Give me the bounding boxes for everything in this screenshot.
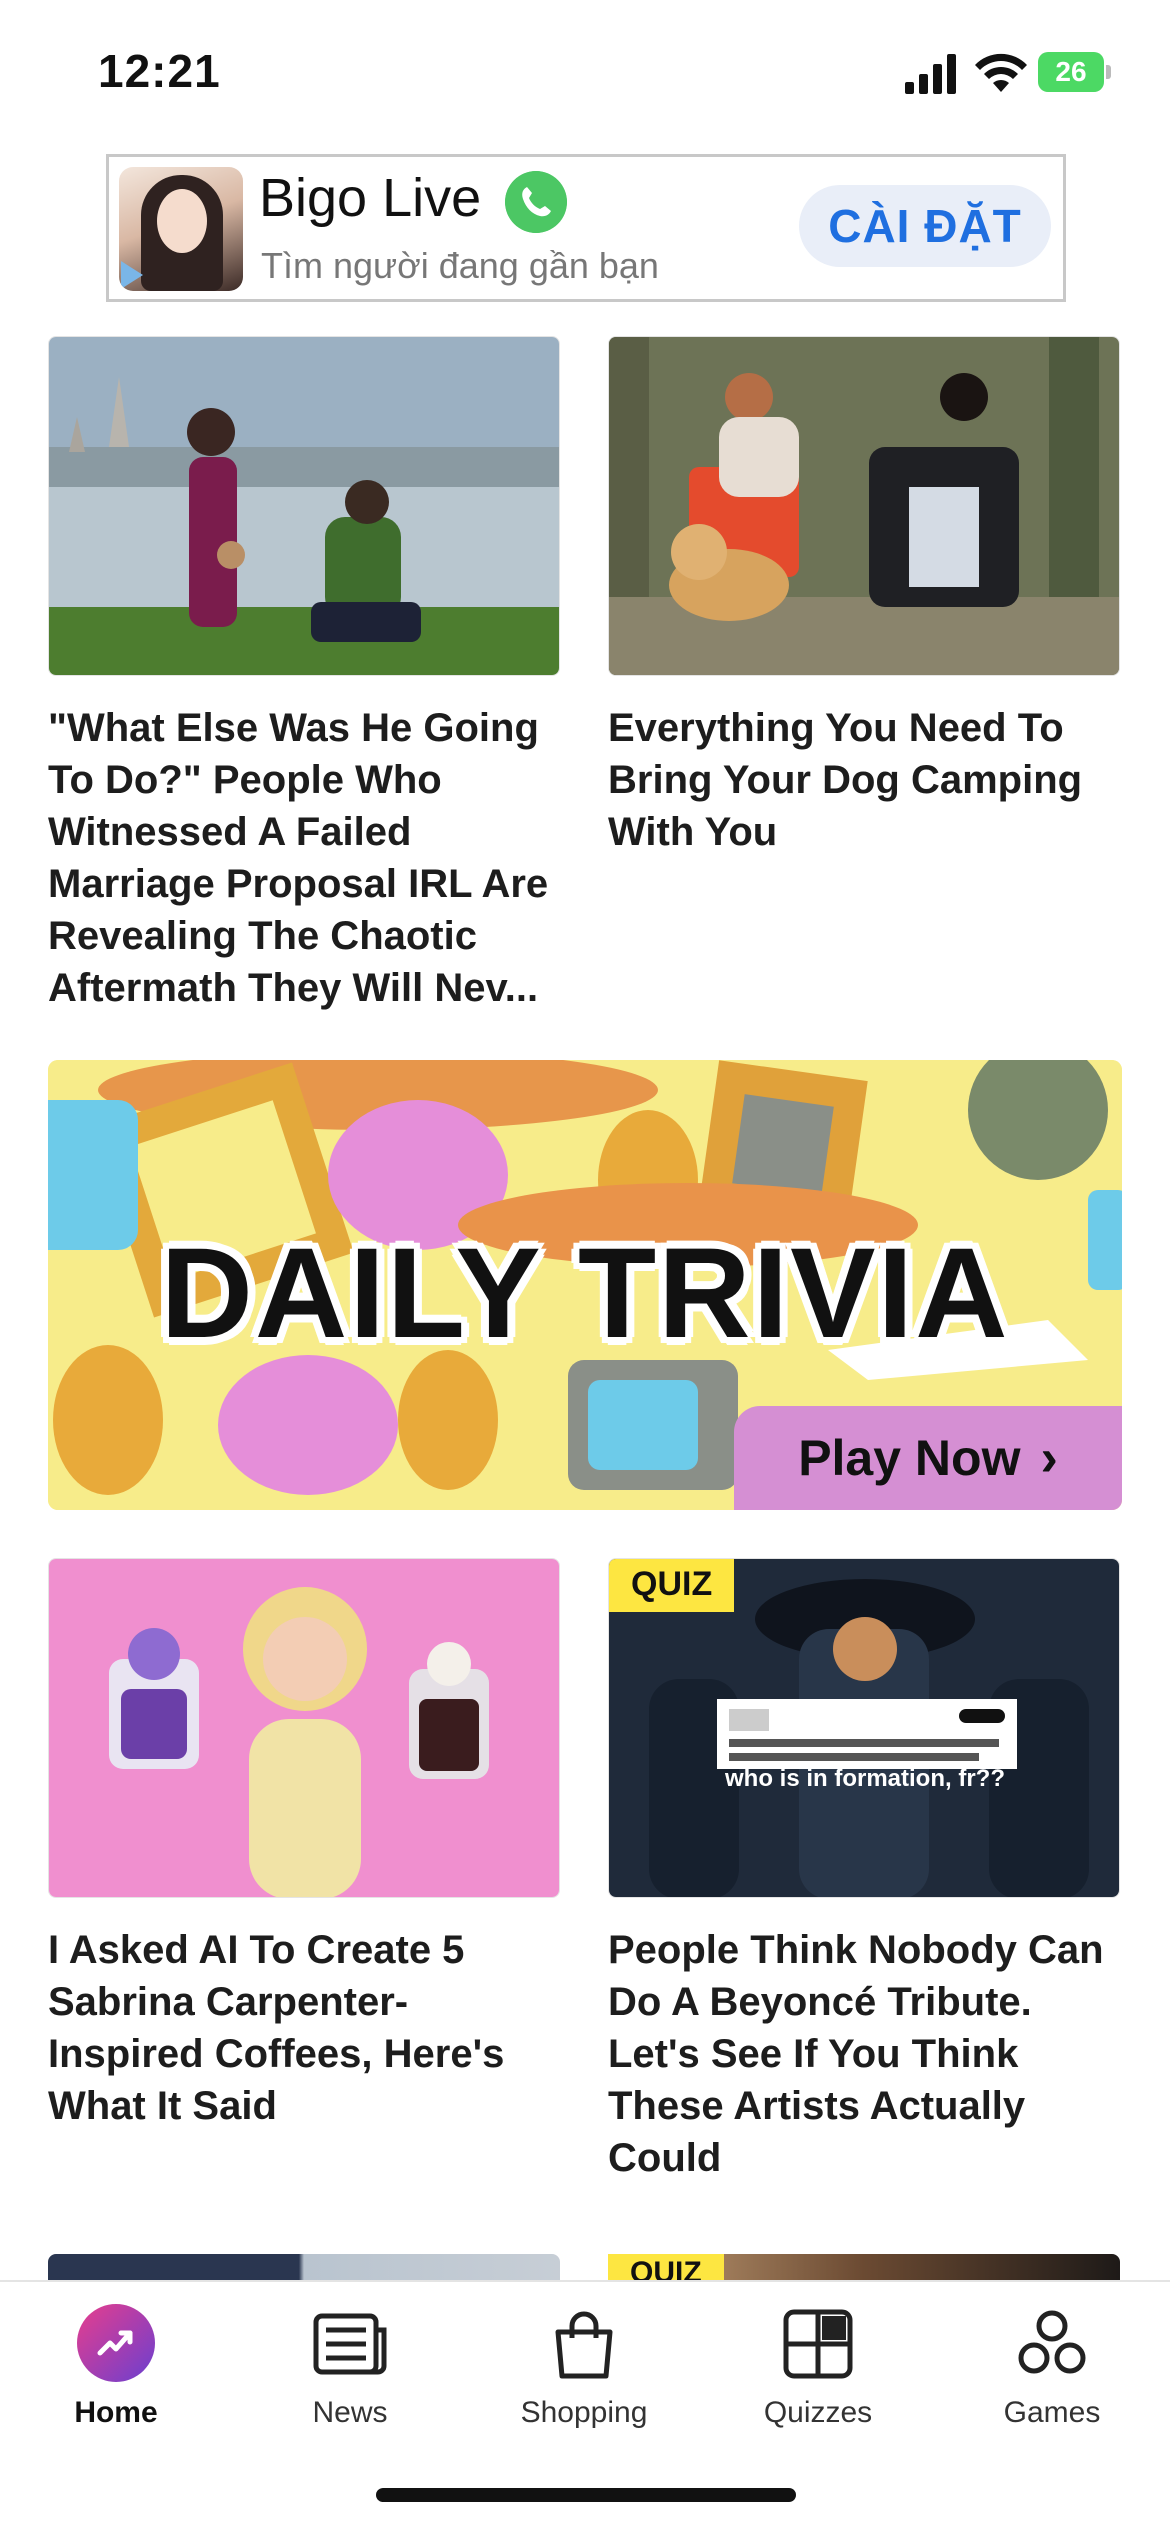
newspaper-icon: [313, 2313, 387, 2375]
shopping-bag-icon: [555, 2311, 613, 2379]
trivia-title: DAILY TRIVIA: [160, 1222, 1010, 1365]
play-now-button[interactable]: Play Now ›: [734, 1406, 1122, 1510]
quiz-grid-icon: [783, 2309, 853, 2379]
daily-trivia-banner[interactable]: DAILY TRIVIA Play Now ›: [48, 1060, 1122, 1510]
battery-level: 26: [1038, 52, 1104, 92]
trending-icon: [77, 2304, 155, 2382]
article-title: People Think Nobody Can Do A Beyoncé Tri…: [608, 1928, 1104, 2180]
games-icon: [1018, 2310, 1086, 2374]
quiz-badge: QUIZ: [608, 2254, 724, 2280]
quiz-badge: QUIZ: [609, 1559, 735, 1612]
next-card-preview[interactable]: [48, 2254, 560, 2280]
phone-call-icon: [505, 171, 567, 233]
ad-subtitle: Tìm người đang gần bạn: [261, 245, 659, 286]
tab-home[interactable]: Home: [16, 2304, 216, 2444]
tab-label: Home: [74, 2396, 158, 2429]
article-image: [48, 1558, 560, 1898]
article-image: who is in formation, fr?? QUIZ: [608, 1558, 1120, 1898]
quiz-card[interactable]: who is in formation, fr?? QUIZ People Th…: [608, 1558, 1120, 2184]
tab-label: Shopping: [520, 2396, 648, 2429]
article-image: [48, 336, 560, 676]
status-bar: 12:21 26: [0, 0, 1170, 140]
cellular-signal-icon: [905, 54, 956, 94]
article-title: I Asked AI To Create 5 Sabrina Carpenter…: [48, 1928, 505, 2128]
ad-install-button[interactable]: CÀI ĐẶT: [799, 185, 1051, 267]
battery-icon: 26: [1038, 52, 1112, 92]
chevron-right-icon: ›: [1040, 1429, 1058, 1487]
tab-label: Games: [1003, 2396, 1101, 2429]
article-card[interactable]: "What Else Was He Going To Do?" People W…: [48, 336, 560, 1014]
ad-banner[interactable]: Bigo Live Tìm người đang gần bạn CÀI ĐẶT: [106, 154, 1066, 302]
home-indicator[interactable]: [376, 2488, 796, 2502]
tab-label: News: [312, 2396, 388, 2429]
article-title: "What Else Was He Going To Do?" People W…: [48, 706, 549, 1010]
video-caption: who is in formation, fr??: [725, 1765, 1005, 1792]
article-card[interactable]: I Asked AI To Create 5 Sabrina Carpenter…: [48, 1558, 560, 2132]
wifi-icon: [975, 53, 1027, 92]
app-screen: 12:21 26 Bigo Live Tìm người đang gần bạ…: [0, 0, 1170, 2532]
next-card-preview[interactable]: QUIZ: [608, 2254, 1120, 2280]
ad-app-thumbnail: [119, 167, 243, 291]
tab-label: Quizzes: [763, 2396, 873, 2429]
article-title: Everything You Need To Bring Your Dog Ca…: [608, 706, 1083, 854]
article-card[interactable]: Everything You Need To Bring Your Dog Ca…: [608, 336, 1120, 858]
tab-quizzes[interactable]: Quizzes: [718, 2304, 918, 2444]
tab-games[interactable]: Games: [952, 2304, 1152, 2444]
google-play-icon: [121, 261, 143, 289]
play-now-label: Play Now: [798, 1430, 1021, 1486]
status-time: 12:21: [98, 45, 221, 97]
article-image: [608, 336, 1120, 676]
ad-title: Bigo Live: [259, 168, 482, 228]
tab-news[interactable]: News: [250, 2304, 450, 2444]
tab-shopping[interactable]: Shopping: [484, 2304, 684, 2444]
